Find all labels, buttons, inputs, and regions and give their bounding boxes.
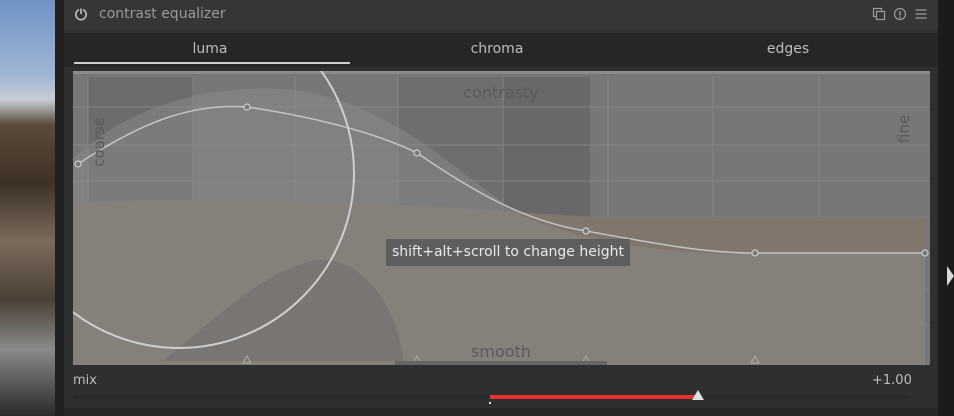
copy-instance-icon[interactable]: [872, 7, 886, 21]
image-preview-left: [0, 0, 55, 416]
graph-bottom-shade: [395, 361, 607, 365]
graph-top-edge: [73, 71, 930, 74]
label-contrasty: contrasty: [463, 83, 538, 102]
label-fine: fine: [895, 115, 913, 143]
tab-edges[interactable]: edges: [728, 41, 848, 57]
tab-luma[interactable]: luma: [150, 41, 270, 57]
mix-slider-fill: [490, 395, 698, 399]
module-title: contrast equalizer: [99, 6, 226, 22]
right-panel-edge: [938, 0, 954, 416]
active-tab-indicator: [74, 62, 350, 64]
mix-value[interactable]: +1.00: [872, 373, 912, 388]
equalizer-graph[interactable]: contrasty smooth coarse fine: [73, 71, 930, 365]
mix-slider-origin-mark: [489, 402, 491, 404]
label-coarse: coarse: [90, 117, 108, 167]
label-smooth: smooth: [471, 342, 531, 361]
mix-slider-handle[interactable]: [692, 390, 704, 400]
mix-label: mix: [73, 373, 97, 388]
tooltip: shift+alt+scroll to change height: [386, 239, 630, 266]
next-module-edge: [64, 408, 938, 416]
power-icon[interactable]: [74, 7, 88, 21]
reset-icon[interactable]: [893, 7, 907, 21]
presets-menu-icon[interactable]: [914, 7, 928, 21]
collapse-right-panel-icon[interactable]: [947, 266, 954, 286]
tab-chroma[interactable]: chroma: [437, 41, 557, 57]
